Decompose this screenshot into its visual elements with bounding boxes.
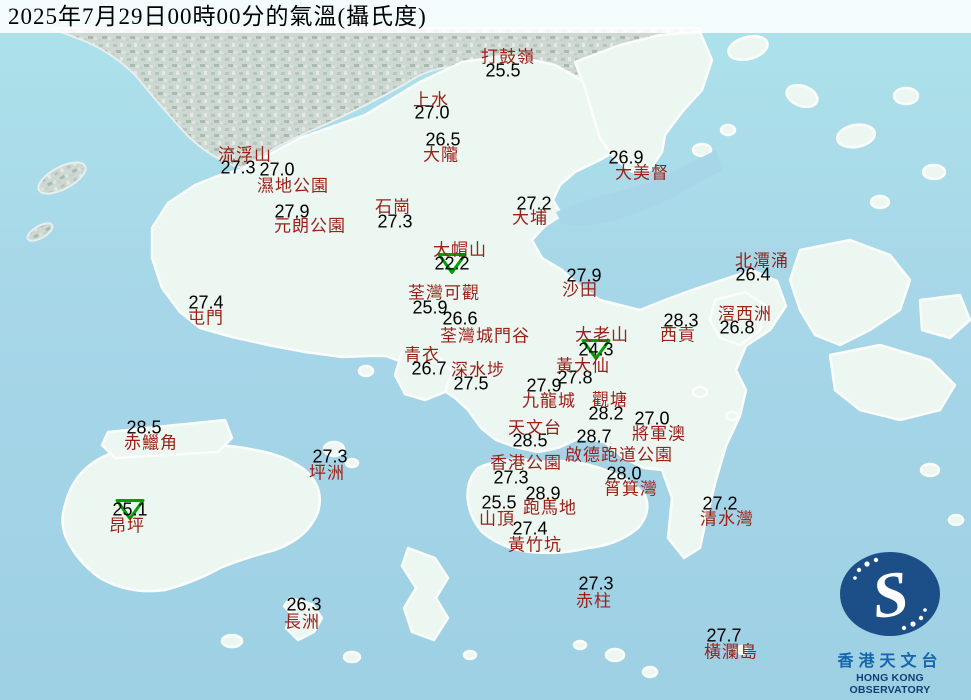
hko-logo-icon: S <box>831 548 949 640</box>
station-name: 坪洲 <box>309 459 345 484</box>
station-name: 荃灣可觀 <box>408 279 480 304</box>
station-name: 長洲 <box>284 608 320 633</box>
page-title: 2025年7月29日00時00分的氣溫(攝氏度) <box>0 0 971 34</box>
station-name: 青衣 <box>404 341 440 366</box>
station-name: 赤柱 <box>576 587 612 612</box>
temperature-map: 2025年7月29日00時00分的氣溫(攝氏度) 25.5打鼓嶺27.0上水26… <box>0 0 971 700</box>
station-name: 石崗 <box>375 193 411 218</box>
station-name: 西貢 <box>660 321 696 346</box>
station-name: 大帽山 <box>433 236 487 261</box>
station-name: 屯門 <box>188 304 224 329</box>
station-name: 跑馬地 <box>523 494 577 519</box>
station-name: 上水 <box>413 86 449 111</box>
station-name: 大隴 <box>423 141 459 166</box>
station-name: 清水灣 <box>700 505 754 530</box>
station-name: 山頂 <box>479 505 515 530</box>
station-name: 北潭涌 <box>735 247 789 272</box>
station-name: 濕地公園 <box>257 172 329 197</box>
station-name: 赤鱲角 <box>124 429 178 454</box>
station-name: 沙田 <box>562 276 598 301</box>
station-name: 深水埗 <box>451 356 505 381</box>
station-name: 天文台 <box>508 414 562 439</box>
station-name: 橫瀾島 <box>704 638 758 663</box>
station-name: 打鼓嶺 <box>481 43 535 68</box>
title-bar: 2025年7月29日00時00分的氣溫(攝氏度) <box>0 0 971 33</box>
station-name: 筲箕灣 <box>604 475 658 500</box>
station-name: 滘西洲 <box>718 300 772 325</box>
station-name: 觀塘 <box>592 386 628 411</box>
station-name: 大埔 <box>512 204 548 229</box>
station-name: 九龍城 <box>522 387 576 412</box>
hko-logo-chinese-name: 香港天文台 <box>815 647 965 671</box>
station-name: 將軍澳 <box>632 420 686 445</box>
station-name: 香港公園 <box>490 449 562 474</box>
station-name: 黃大仙 <box>556 352 610 377</box>
station-name: 荃灣城門谷 <box>440 322 530 347</box>
station-name: 黃竹坑 <box>508 531 562 556</box>
station-name: 昂坪 <box>109 512 145 537</box>
hko-logo: S 香港天文台 HONG KONG OBSERVATORY <box>815 548 965 696</box>
station-name: 元朗公園 <box>274 212 346 237</box>
station-name: 大美督 <box>615 159 669 184</box>
station-name: 大老山 <box>575 321 629 346</box>
hko-logo-english-name: HONG KONG OBSERVATORY <box>815 672 965 696</box>
